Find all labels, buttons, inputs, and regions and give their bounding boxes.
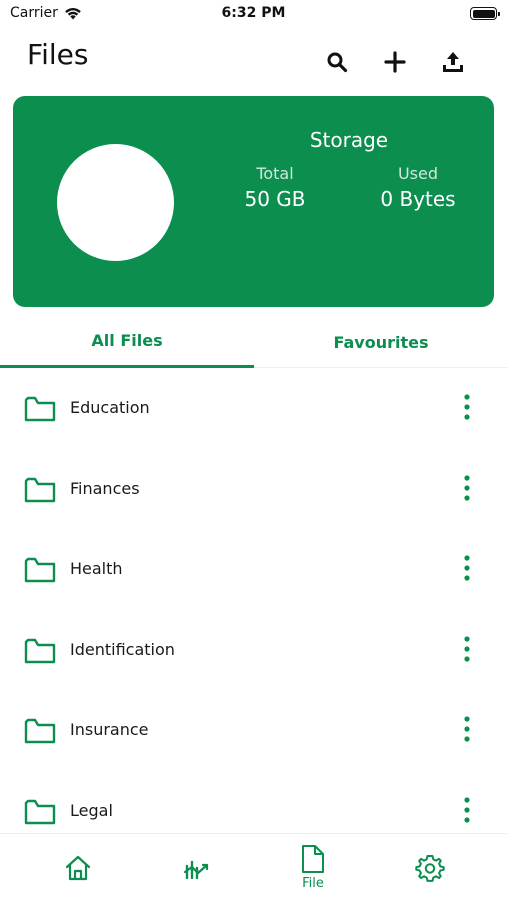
nav-label-file: File: [302, 876, 324, 891]
folder-icon: [24, 799, 56, 824]
folder-name: Health: [70, 559, 123, 578]
more-options-button[interactable]: [455, 634, 479, 664]
status-bar: Carrier 6:32 PM: [0, 0, 507, 30]
folder-icon: [24, 557, 56, 583]
more-options-button[interactable]: [455, 714, 479, 744]
folder-icon: [24, 396, 56, 422]
folder-name: Identification: [70, 639, 175, 659]
more-vertical-icon: [464, 555, 470, 581]
storage-total: Total 50 GB: [225, 164, 325, 211]
folder-name: Education: [70, 398, 150, 417]
more-options-button[interactable]: [455, 553, 479, 583]
storage-title: Storage: [309, 128, 389, 152]
more-options-button[interactable]: [455, 795, 479, 825]
folder-row-health[interactable]: Health: [0, 529, 507, 610]
tab-favourites[interactable]: Favourites: [254, 316, 507, 368]
more-vertical-icon: [464, 394, 470, 420]
folder-icon: [24, 718, 56, 744]
more-options-button[interactable]: [455, 392, 479, 422]
add-button[interactable]: [381, 48, 409, 76]
battery-icon: [470, 7, 500, 20]
folder-row-finances[interactable]: Finances: [0, 449, 507, 530]
folder-row-legal[interactable]: Legal: [0, 771, 507, 834]
storage-used: Used 0 Bytes: [366, 164, 470, 211]
file-tabs: All Files Favourites: [0, 316, 507, 368]
plus-icon: [384, 51, 406, 73]
folder-row-identification[interactable]: Identification: [0, 610, 507, 691]
folder-name: Insurance: [70, 720, 149, 739]
more-vertical-icon: [464, 796, 470, 823]
header-actions: [323, 48, 467, 76]
more-vertical-icon: [464, 474, 470, 501]
search-button[interactable]: [323, 48, 351, 76]
bottom-nav: File: [0, 833, 507, 900]
header: Files: [0, 38, 507, 80]
clock: 6:32 PM: [221, 5, 286, 21]
search-icon: [327, 52, 348, 73]
storage-used-value: 0 Bytes: [380, 187, 456, 211]
page-title: Files: [27, 38, 89, 71]
gear-icon: [415, 854, 445, 882]
more-options-button[interactable]: [455, 473, 479, 503]
storage-total-value: 50 GB: [244, 187, 306, 211]
nav-item-stats[interactable]: [133, 834, 259, 900]
upload-button[interactable]: [439, 48, 467, 76]
storage-total-label: Total: [256, 164, 294, 183]
folder-icon: [24, 638, 56, 663]
nav-item-file[interactable]: File: [250, 834, 376, 900]
file-icon: [302, 845, 324, 873]
nav-item-home[interactable]: [15, 834, 141, 900]
upload-icon: [443, 52, 463, 72]
storage-chart: [57, 144, 174, 261]
folder-name: Legal: [70, 800, 113, 820]
more-vertical-icon: [464, 635, 470, 662]
folder-name: Finances: [70, 478, 140, 498]
folder-row-education[interactable]: Education: [0, 368, 507, 449]
nav-item-settings[interactable]: [367, 834, 493, 900]
folder-list: Education Finances Health Identification…: [0, 368, 507, 833]
stats-icon: [183, 860, 209, 879]
home-icon: [65, 855, 91, 880]
folder-icon: [24, 477, 56, 502]
storage-used-label: Used: [397, 164, 439, 183]
more-vertical-icon: [464, 716, 470, 742]
tab-all-files[interactable]: All Files: [0, 316, 254, 368]
storage-card: Storage Total 50 GB Used 0 Bytes: [13, 96, 494, 307]
folder-row-insurance[interactable]: Insurance: [0, 690, 507, 771]
